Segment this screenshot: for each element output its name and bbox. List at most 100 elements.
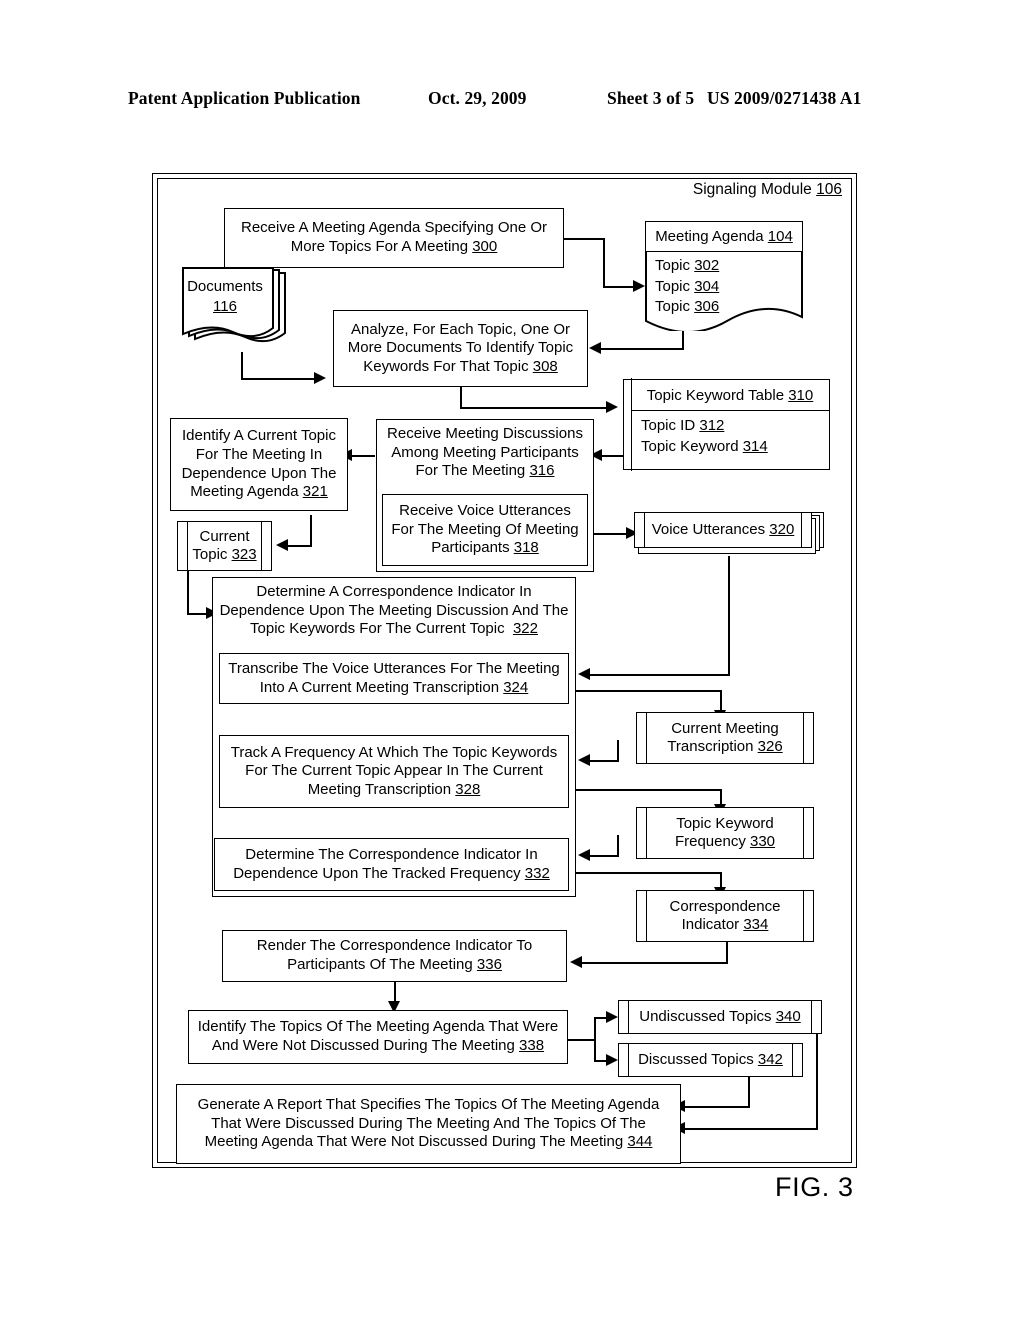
undiscussed-topics-340-object[interactable]: Undiscussed Topics 340 [618,1000,822,1034]
voice-utterances-320-object[interactable]: Voice Utterances 320 [634,512,824,556]
topic-keyword-table-310-object[interactable]: Topic Keyword Table 310 Topic ID 312 Top… [623,378,830,471]
header-date: Oct. 29, 2009 [428,88,527,108]
topic-keyword-314-row: Topic Keyword 314 [641,437,768,455]
documents-116-object[interactable]: Documents 116 [181,267,291,355]
topic-keyword-table-310-header: Topic Keyword Table 310 [631,380,829,411]
step-308-text: Analyze, For Each Topic, One Or More Doc… [347,320,574,375]
connector-334-to-336-h [578,962,728,964]
connector-340-to-344-h [681,1128,818,1130]
step-316-text: Receive Meeting Discussions Among Meetin… [387,425,583,480]
step-300-box[interactable]: Receive A Meeting Agenda Specifying One … [224,208,564,268]
topic-id-312-row: Topic ID 312 [641,417,725,434]
correspondence-indicator-334-text: Correspondence Indicator 334 [669,897,781,933]
undiscussed-topics-340-text: Undiscussed Topics 340 [639,1007,801,1025]
voice-utterances-320-front: Voice Utterances 320 [634,512,812,548]
connector-328-to-330-h [568,789,722,791]
connector-330-to-332-h [586,855,619,857]
arrowhead-334-to-336 [570,956,582,968]
topic-keyword-frequency-330-object[interactable]: Topic Keyword Frequency 330 [636,807,814,859]
arrowhead-104-to-308 [589,342,601,354]
correspondence-indicator-334-object[interactable]: Correspondence Indicator 334 [636,890,814,942]
topic-306-item: Topic 306 [655,298,720,316]
connector-342-to-344-v [748,1076,750,1108]
meeting-agenda-104-object[interactable]: Meeting Agenda 104 Topic 302 Topic 304 T… [645,221,803,333]
topic-keyword-table-310-body: Topic ID 312 Topic Keyword 314 [631,411,829,469]
figure-label: FIG. 3 [775,1172,854,1202]
connector-300-to-104-h2 [603,286,637,288]
current-meeting-transcription-326-text: Current Meeting Transcription 326 [667,719,783,755]
step-318-text: Receive Voice Utterances For The Meeting… [391,502,579,557]
step-300-text: Receive A Meeting Agenda Specifying One … [240,219,548,255]
connector-104-to-308-h [600,348,684,350]
current-meeting-transcription-326-object[interactable]: Current Meeting Transcription 326 [636,712,814,764]
documents-116-text: Documents 116 [187,278,263,315]
step-321-text: Identify A Current Topic For The Meeting… [181,427,337,501]
arrowhead-330-to-332 [578,849,590,861]
voice-utterances-320-text: Voice Utterances 320 [651,520,795,538]
arrowhead-338-to-340 [606,1011,618,1023]
connector-104-to-308-v [682,330,684,350]
connector-308-to-310-v [460,387,462,409]
step-336-box[interactable]: Render The Correspondence Indicator To P… [222,930,567,982]
connector-308-to-310-h [460,407,610,409]
meeting-agenda-104-header: Meeting Agenda 104 [645,221,803,252]
header-publication: Patent Application Publication [128,88,361,108]
connector-342-to-344-h [681,1106,750,1108]
connector-116-to-308-h [241,378,319,380]
connector-116-to-308-v [241,352,243,380]
connector-334-to-336-v [726,940,728,964]
connector-338-fork-v [594,1017,596,1061]
connector-320-to-324-v [728,556,730,676]
connector-330-to-332-v [617,835,619,857]
meeting-agenda-topics-list: Topic 302 Topic 304 Topic 306 [655,256,719,318]
arrowhead-308-to-310 [606,401,618,413]
connector-321-to-323-h [284,545,312,547]
connector-321-to-323-v [310,515,312,547]
step-328-text: Track A Frequency At Which The Topic Key… [230,743,558,798]
arrowhead-338-to-342 [606,1054,618,1066]
connector-338-fork-h [568,1039,596,1041]
step-344-text: Generate A Report That Specifies The Top… [197,1096,660,1151]
step-308-box[interactable]: Analyze, For Each Topic, One Or More Doc… [333,310,588,387]
topic-keyword-frequency-330-text: Topic Keyword Frequency 330 [674,814,776,850]
arrowhead-116-to-308 [314,372,326,384]
connector-332-to-334-h [568,872,722,874]
header-sheet: Sheet 3 of 5 [607,88,695,108]
arrowhead-320-to-324 [578,668,590,680]
step-332-text: Determine The Correspondence Indicator I… [233,845,550,882]
topic-304-item: Topic 304 [655,277,720,295]
step-338-text: Identify The Topics Of The Meeting Agend… [197,1018,559,1054]
signaling-module-ref: 106 [816,181,842,198]
step-324-text: Transcribe The Voice Utterances For The … [228,659,560,696]
step-318-box[interactable]: Receive Voice Utterances For The Meeting… [382,494,588,566]
patent-figure-page: Patent Application Publication Oct. 29, … [0,0,1024,1320]
step-338-box[interactable]: Identify The Topics Of The Meeting Agend… [188,1010,568,1064]
meeting-agenda-104-body: Topic 302 Topic 304 Topic 306 [645,250,803,333]
connector-323-to-322-v [187,570,189,615]
discussed-topics-342-object[interactable]: Discussed Topics 342 [618,1043,803,1077]
step-321-box[interactable]: Identify A Current Topic For The Meeting… [170,418,348,511]
arrowhead-326-to-328 [578,754,590,766]
connector-326-to-328-v [617,740,619,762]
connector-324-to-326-h [568,690,722,692]
connector-320-to-324-h [586,674,730,676]
connector-326-to-328-h [586,760,619,762]
connector-300-to-104-v [603,238,605,288]
signaling-module-label: Signaling Module [692,181,812,198]
step-328-box[interactable]: Track A Frequency At Which The Topic Key… [219,735,569,808]
step-322-text: Determine A Correspondence Indicator In … [219,583,569,638]
connector-300-to-104 [563,238,605,240]
connector-340-to-344-v [816,1033,818,1130]
current-topic-323-object[interactable]: Current323Topic 323 [177,521,272,571]
current-topic-323-text: Current323Topic 323 [192,527,257,563]
arrowhead-321-to-323 [276,539,288,551]
step-336-text: Render The Correspondence Indicator To P… [256,937,533,973]
step-344-box[interactable]: Generate A Report That Specifies The Top… [176,1084,681,1164]
step-332-box[interactable]: Determine The Correspondence Indicator I… [214,838,569,891]
arrowhead-300-to-104 [633,280,645,292]
discussed-topics-342-text: Discussed Topics 342 [638,1050,783,1068]
topic-302-item: Topic 302 [655,257,720,274]
header-patent-number: US 2009/0271438 A1 [707,88,862,108]
signaling-module-title: Signaling Module 106 [693,181,842,199]
step-324-box[interactable]: Transcribe The Voice Utterances For The … [219,653,569,704]
